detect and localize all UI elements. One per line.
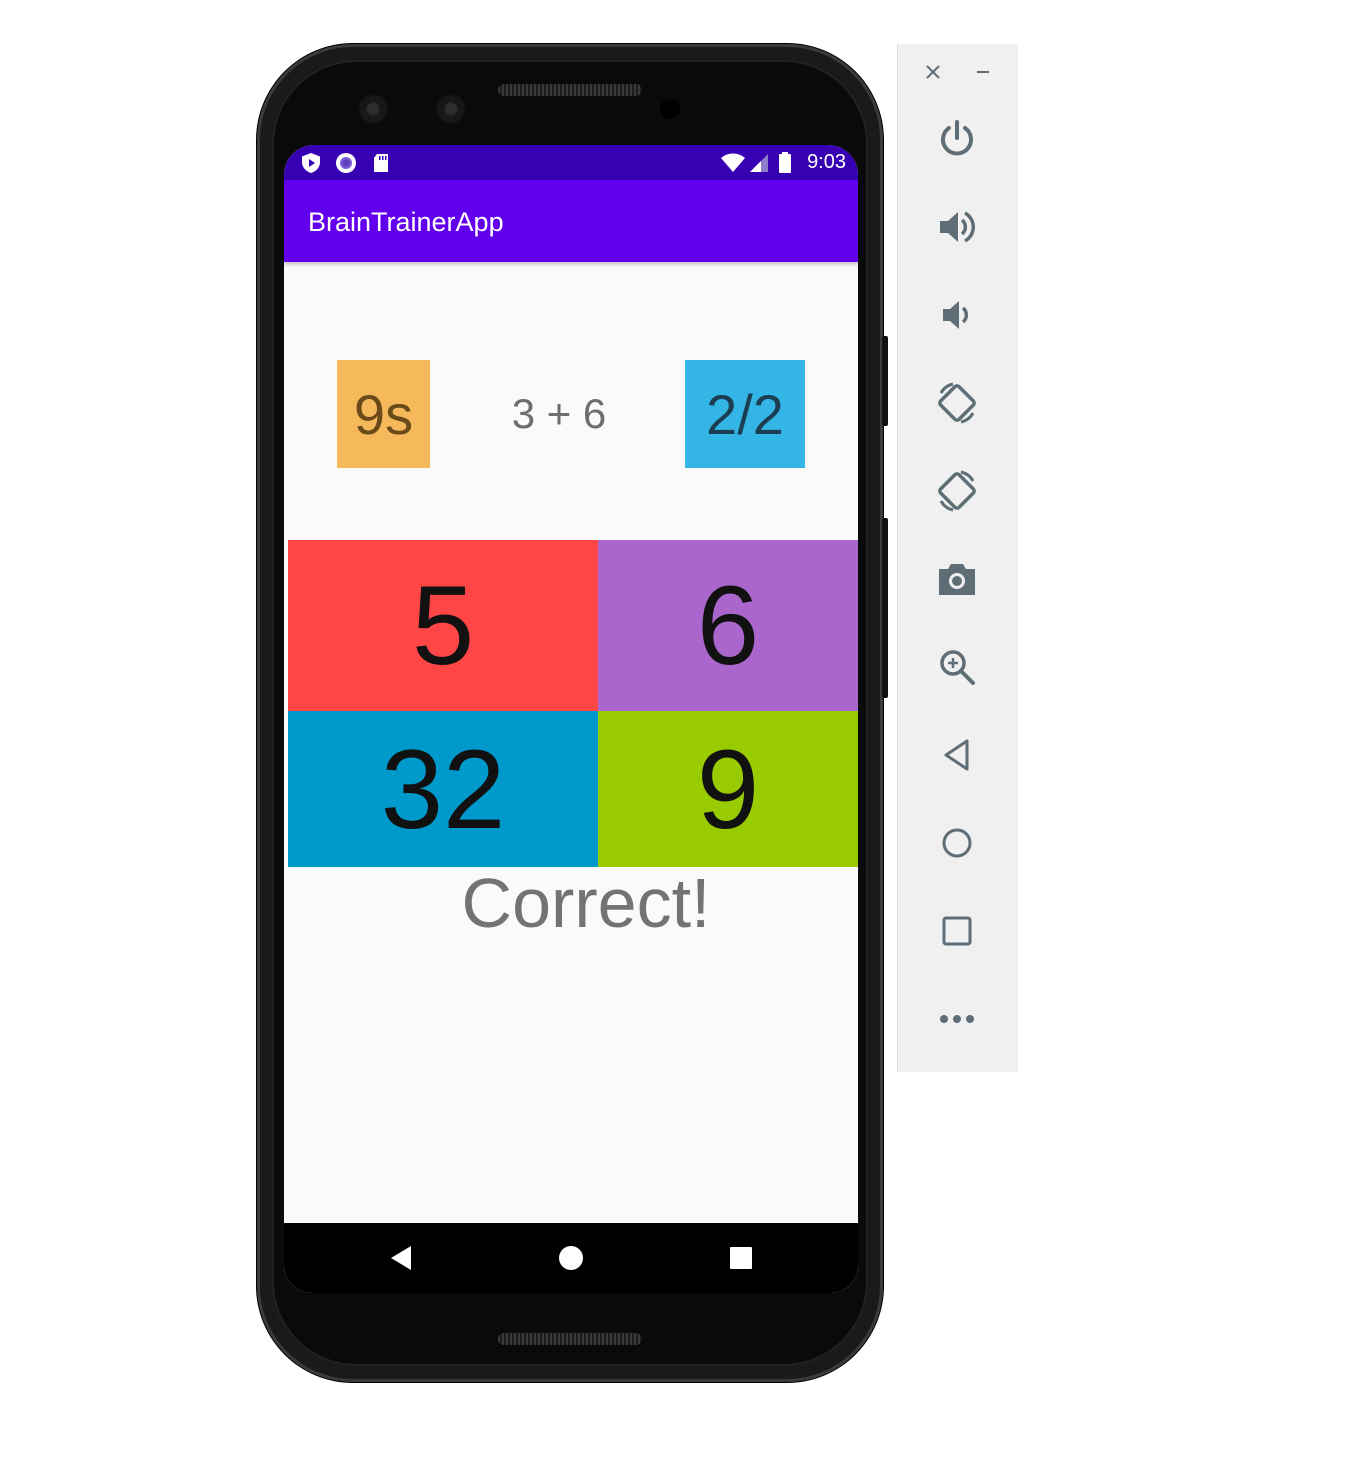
emulator-home-button[interactable] [932,818,982,868]
screenshot-button[interactable] [932,554,982,604]
answer-button-3[interactable]: 32 [288,711,598,867]
bottom-speaker [498,1333,642,1345]
zoom-icon [940,650,975,685]
signal-icon [750,154,768,172]
sd-card-icon [374,154,388,172]
navigation-bar [284,1223,858,1293]
power-button[interactable] [932,114,982,164]
emulator-back-button[interactable] [932,730,982,780]
nav-recents-button[interactable] [706,1223,776,1293]
nav-home-button[interactable] [536,1223,606,1293]
more-button[interactable] [932,994,982,1044]
volume-up-button[interactable] [932,202,982,252]
power-icon [941,120,973,156]
emulator-toolbar [897,44,1018,1072]
battery-icon [779,152,791,173]
answer-button-1[interactable]: 5 [288,540,598,711]
answer-button-4[interactable]: 9 [598,711,858,867]
rotate-left-icon [938,382,976,424]
volume-down-icon [943,301,969,329]
answer-button-2[interactable]: 6 [598,540,858,711]
back-icon [944,739,969,771]
volume-down-button[interactable] [932,290,982,340]
back-icon [391,1246,411,1270]
emulator-overview-button[interactable] [932,906,982,956]
app-bar: BrainTrainerApp [284,180,858,262]
circle-notification-icon [336,153,356,173]
phone-power-button [882,336,888,426]
overview-icon [942,916,972,946]
earpiece-speaker [498,84,642,96]
status-time: 9:03 [807,151,846,173]
wifi-icon [721,153,745,172]
play-protect-icon [302,153,320,173]
zoom-button[interactable] [932,642,982,692]
volume-up-icon [940,211,975,243]
timer-display: 9s [337,360,430,468]
status-bar: 9:03 [284,145,858,180]
phone-screen: 9:03 BrainTrainerApp 9s 3 + 6 2/2 5 6 32… [284,145,858,1293]
close-icon [926,65,940,79]
proximity-sensor [660,99,680,119]
home-icon [559,1246,583,1270]
front-camera-icon [358,94,388,124]
front-camera-icon [436,94,466,124]
result-text: Correct! [461,864,711,942]
question-text: 3 + 6 [511,390,607,437]
phone-volume-button [882,518,888,698]
camera-icon [939,564,975,595]
rotate-left-button[interactable] [932,378,982,428]
rotate-right-icon [938,470,976,512]
minimize-icon [977,71,989,73]
score-display: 2/2 [685,360,805,468]
recents-icon [730,1247,752,1269]
rotate-right-button[interactable] [932,466,982,516]
more-icon [940,1015,974,1023]
home-icon [942,828,972,858]
close-button[interactable] [919,58,947,86]
app-title: BrainTrainerApp [308,207,504,237]
nav-back-button[interactable] [366,1223,436,1293]
minimize-button[interactable] [969,58,997,86]
